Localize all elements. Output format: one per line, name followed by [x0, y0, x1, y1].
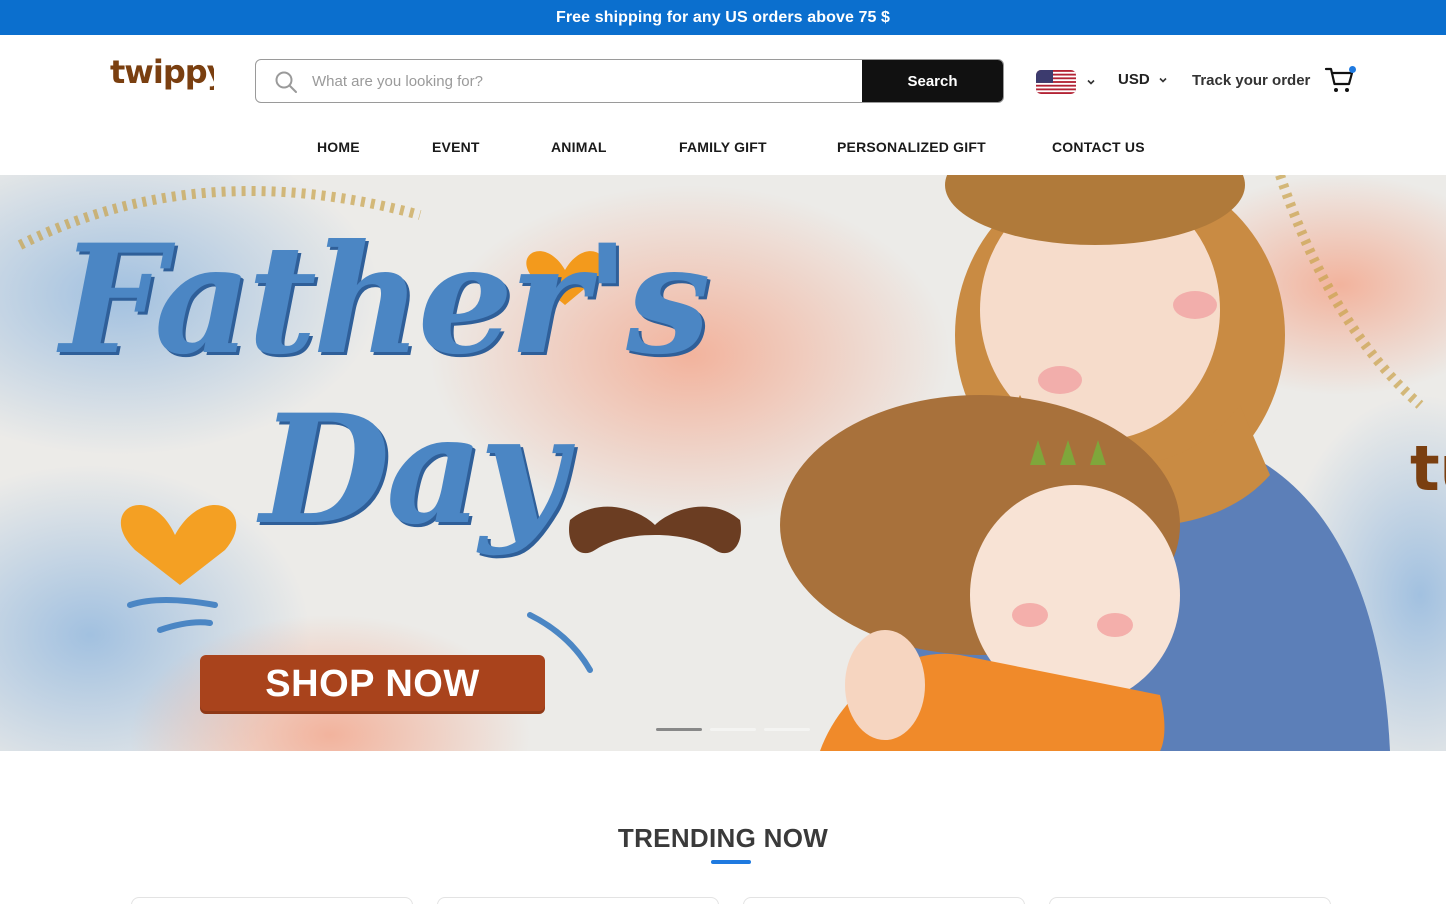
nav-item-family-gift[interactable]: FAMILY GIFT — [679, 139, 767, 155]
announcement-bar: Free shipping for any US orders above 75… — [0, 0, 1446, 35]
currency-selector[interactable]: USD — [1118, 71, 1168, 88]
site-logo[interactable]: twippy — [110, 53, 229, 97]
product-card[interactable] — [437, 897, 719, 904]
next-slide-peek-text: tu — [1410, 432, 1446, 505]
cart-badge — [1349, 66, 1356, 73]
chevron-down-icon — [1159, 77, 1167, 83]
main-nav: HOME EVENT ANIMAL FAMILY GIFT PERSONALIZ… — [0, 127, 1446, 167]
hero-title-line2: Day — [260, 382, 566, 558]
search-bar: Search — [255, 59, 1004, 103]
trending-underline — [711, 860, 751, 864]
trending-title: TRENDING NOW — [617, 823, 829, 853]
hero-title: Father's Day — [60, 212, 711, 558]
nav-item-event[interactable]: EVENT — [432, 139, 480, 155]
hero-banner[interactable]: tu Father's Day SHOP NOW — [0, 175, 1446, 751]
track-order-link[interactable]: Track your order — [1192, 72, 1310, 89]
search-input[interactable] — [256, 60, 862, 102]
currency-value: USD — [1118, 71, 1150, 88]
product-card[interactable] — [131, 897, 413, 904]
logo-text: twippy — [110, 55, 214, 91]
search-button[interactable]: Search — [862, 60, 1003, 102]
hero-title-line1: Father's — [60, 212, 711, 388]
shop-now-button[interactable]: SHOP NOW — [200, 655, 545, 714]
nav-item-contact-us[interactable]: CONTACT US — [1052, 139, 1145, 155]
site-header: twippy Search USD — [0, 35, 1446, 127]
product-card[interactable] — [743, 897, 1025, 904]
nav-item-animal[interactable]: ANIMAL — [551, 139, 607, 155]
us-flag-icon — [1036, 70, 1076, 94]
twippy-logo: twippy — [110, 53, 229, 91]
slide-indicator-1[interactable] — [656, 728, 702, 731]
search-icon — [275, 71, 297, 93]
announcement-text: Free shipping for any US orders above 75… — [555, 8, 891, 26]
nav-item-home[interactable]: HOME — [317, 139, 360, 155]
slide-indicator-3[interactable] — [764, 728, 810, 731]
country-selector[interactable] — [1036, 70, 1096, 94]
chevron-down-icon — [1087, 79, 1095, 85]
slide-indicator-2[interactable] — [710, 728, 756, 731]
product-card[interactable] — [1049, 897, 1331, 904]
nav-item-personalized-gift[interactable]: PERSONALIZED GIFT — [837, 139, 986, 155]
